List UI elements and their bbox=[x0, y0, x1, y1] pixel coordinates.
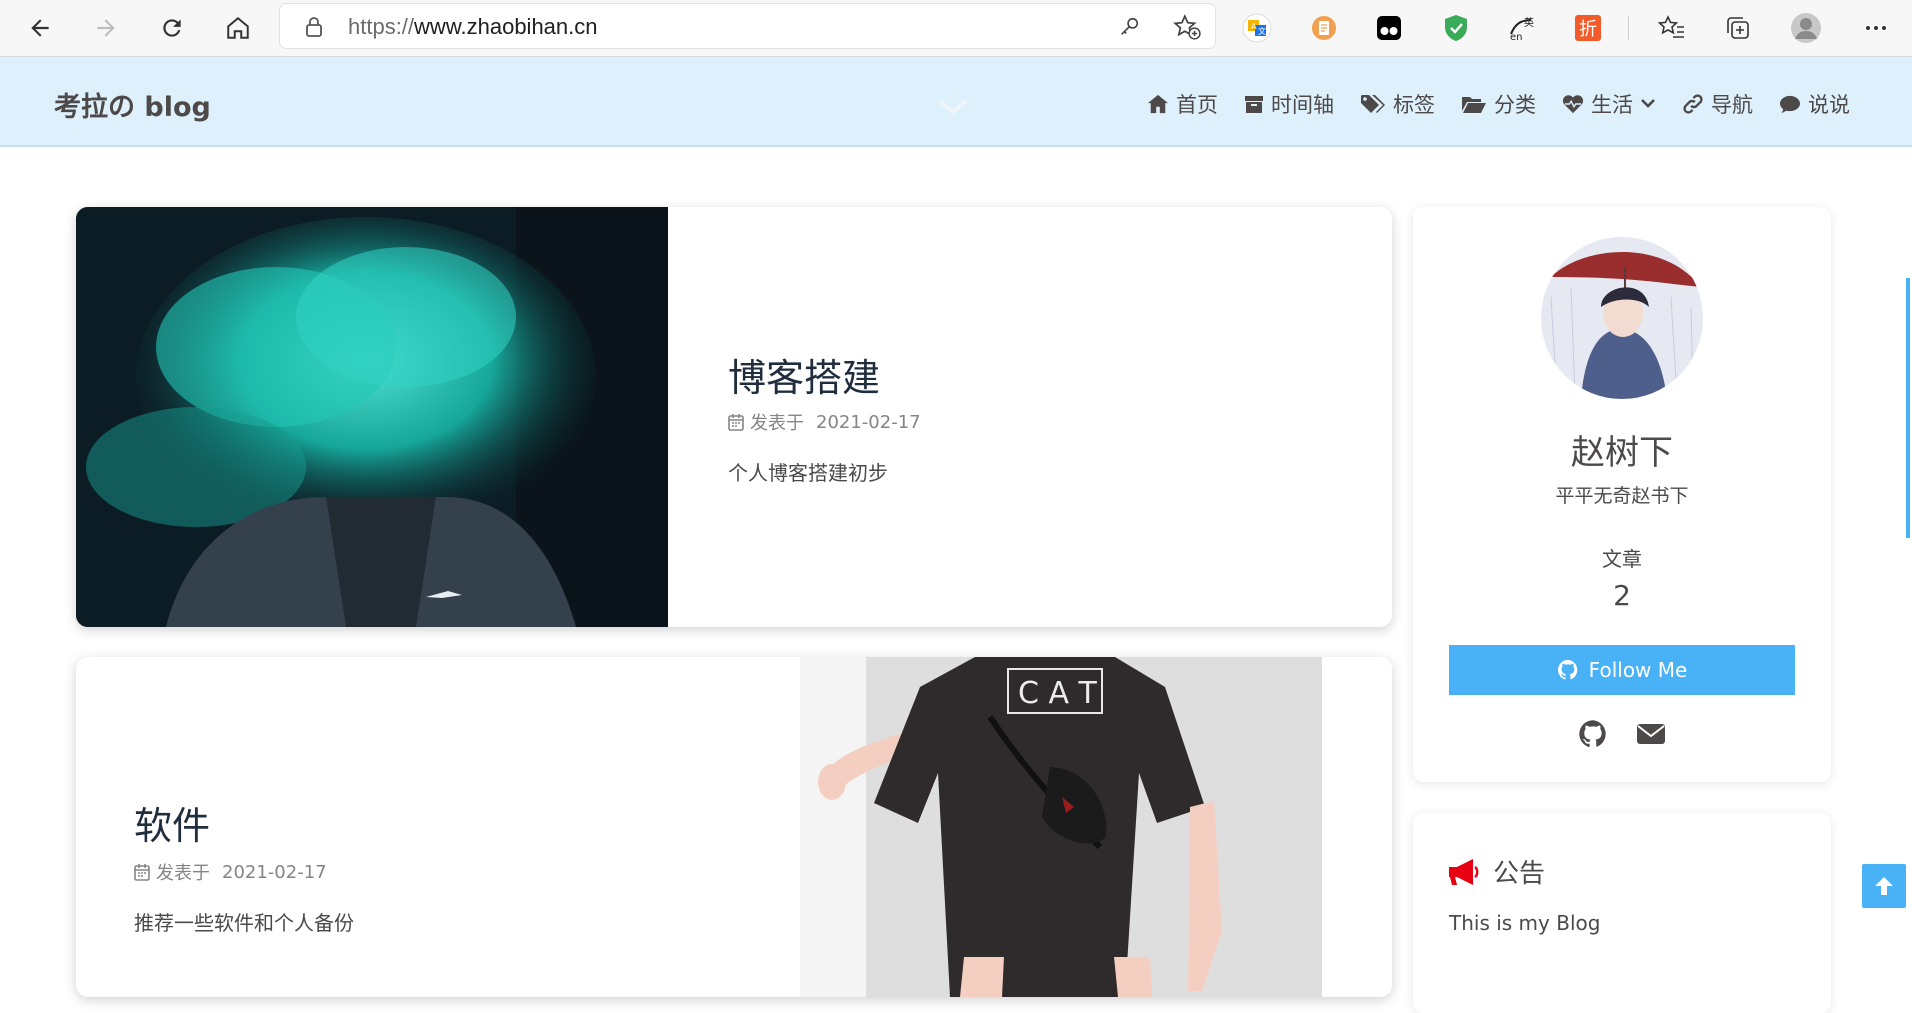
menu-item-life[interactable]: 生活 bbox=[1562, 89, 1656, 119]
menu-item-tags[interactable]: 标签 bbox=[1360, 89, 1435, 119]
scroll-down-icon[interactable] bbox=[938, 99, 968, 119]
menu-item-label: 首页 bbox=[1176, 93, 1218, 117]
tampermonkey-icon[interactable] bbox=[1373, 12, 1405, 44]
post-meta: 发表于 2021-02-17 bbox=[728, 409, 921, 435]
post-excerpt: 个人博客搭建初步 bbox=[728, 461, 888, 485]
home-icon bbox=[1148, 94, 1168, 114]
calendar-icon bbox=[134, 864, 150, 881]
svg-text:英: 英 bbox=[1524, 16, 1534, 29]
main-menu: 首页 时间轴 标签 分类 生活 导航 说说 bbox=[1147, 89, 1850, 119]
envelope-icon bbox=[1637, 724, 1665, 744]
author-motto: 平平无奇赵书下 bbox=[1555, 485, 1689, 507]
article-count-value[interactable]: 2 bbox=[1413, 579, 1831, 612]
link-icon bbox=[1683, 94, 1703, 114]
menu-item-timeline[interactable]: 时间轴 bbox=[1244, 89, 1334, 119]
more-button[interactable] bbox=[1860, 12, 1892, 44]
folder-icon bbox=[1462, 97, 1486, 113]
svg-text:文: 文 bbox=[1258, 26, 1266, 36]
profile-card: 赵树下 平平无奇赵书下 文章 2 Follow Me bbox=[1413, 207, 1831, 782]
menu-item-label: 生活 bbox=[1591, 93, 1633, 117]
arrow-up-icon bbox=[1875, 877, 1893, 895]
key-icon[interactable] bbox=[1118, 16, 1140, 38]
tags-icon bbox=[1361, 95, 1385, 113]
svg-text:C A T: C A T bbox=[1018, 676, 1098, 711]
post-cover-image[interactable]: C A T bbox=[800, 657, 1392, 997]
collections-button[interactable] bbox=[1722, 12, 1754, 44]
announcement-text: This is my Blog bbox=[1449, 911, 1601, 935]
post-date: 2021-02-17 bbox=[816, 411, 921, 433]
refresh-button[interactable] bbox=[154, 10, 190, 46]
url-text: https://www.zhaobihan.cn bbox=[348, 14, 598, 39]
forward-button[interactable] bbox=[88, 10, 124, 46]
email-link[interactable] bbox=[1636, 721, 1666, 751]
shield-icon[interactable] bbox=[1440, 12, 1472, 44]
post-title[interactable]: 博客搭建 bbox=[728, 347, 880, 402]
browser-toolbar: https://www.zhaobihan.cn A文 en 英 折 bbox=[0, 0, 1912, 57]
announcement-title: 公告 bbox=[1493, 859, 1546, 889]
menu-item-home[interactable]: 首页 bbox=[1147, 89, 1218, 119]
menu-item-label: 标签 bbox=[1393, 93, 1435, 117]
github-icon bbox=[1557, 659, 1577, 680]
post-card[interactable]: 软件 发表于 2021-02-17 推荐一些软件和个人备份 C A T bbox=[76, 657, 1392, 997]
follow-me-button[interactable]: Follow Me bbox=[1449, 645, 1795, 695]
post-excerpt: 推荐一些软件和个人备份 bbox=[134, 911, 354, 935]
home-button[interactable] bbox=[220, 10, 256, 46]
post-card[interactable]: 博客搭建 发表于 2021-02-17 个人博客搭建初步 bbox=[76, 207, 1392, 627]
site-title[interactable]: 考拉の blog bbox=[54, 85, 211, 124]
github-icon bbox=[1579, 720, 1606, 748]
post-cover-image[interactable] bbox=[76, 207, 668, 627]
translate-icon[interactable]: A文 bbox=[1241, 12, 1273, 44]
author-name: 赵树下 bbox=[1571, 433, 1673, 473]
menu-item-label: 时间轴 bbox=[1271, 93, 1334, 117]
post-meta-label: 发表于 bbox=[750, 413, 804, 434]
document-icon[interactable] bbox=[1308, 12, 1340, 44]
follow-me-label: Follow Me bbox=[1588, 658, 1688, 682]
add-favorite-icon[interactable] bbox=[1173, 14, 1201, 40]
site-header: 考拉の blog 首页 时间轴 标签 分类 生活 导航 说说 bbox=[0, 57, 1912, 147]
github-link[interactable] bbox=[1578, 719, 1608, 753]
menu-item-label: 分类 bbox=[1494, 93, 1536, 117]
comment-icon bbox=[1780, 95, 1800, 114]
lock-icon bbox=[306, 17, 322, 37]
toolbar-divider bbox=[1628, 16, 1629, 40]
avatar-icon bbox=[1791, 13, 1821, 43]
dictionary-icon[interactable]: en 英 bbox=[1506, 12, 1538, 44]
bullhorn-icon bbox=[1449, 858, 1479, 885]
heart-icon bbox=[1562, 95, 1584, 114]
menu-item-talk[interactable]: 说说 bbox=[1779, 89, 1850, 119]
post-title[interactable]: 软件 bbox=[134, 795, 210, 850]
discount-icon[interactable]: 折 bbox=[1572, 12, 1604, 44]
post-meta: 发表于 2021-02-17 bbox=[134, 859, 327, 885]
post-date: 2021-02-17 bbox=[222, 861, 327, 883]
favorites-button[interactable] bbox=[1656, 12, 1688, 44]
address-bar[interactable]: https://www.zhaobihan.cn bbox=[280, 4, 1215, 48]
post-meta-label: 发表于 bbox=[156, 863, 210, 884]
profile-button[interactable] bbox=[1790, 12, 1822, 44]
svg-text:en: en bbox=[1510, 32, 1523, 42]
home-outline-icon bbox=[227, 16, 249, 39]
svg-text:A: A bbox=[1251, 22, 1257, 31]
arrow-right-icon bbox=[97, 19, 115, 37]
favorites-icon bbox=[1658, 15, 1684, 38]
chevron-down-icon bbox=[1641, 99, 1655, 108]
menu-item-label: 导航 bbox=[1711, 93, 1753, 117]
back-button[interactable] bbox=[22, 10, 58, 46]
calendar-icon bbox=[728, 414, 744, 431]
avatar[interactable] bbox=[1541, 237, 1703, 399]
article-count-label[interactable]: 文章 bbox=[1413, 543, 1831, 572]
menu-item-label: 说说 bbox=[1808, 93, 1850, 117]
back-to-top-button[interactable] bbox=[1862, 864, 1906, 908]
ellipsis-icon bbox=[1866, 26, 1886, 30]
announcement-card: 公告 This is my Blog bbox=[1413, 813, 1831, 1013]
archive-icon bbox=[1245, 96, 1263, 113]
collections-icon bbox=[1727, 17, 1749, 39]
menu-item-nav[interactable]: 导航 bbox=[1682, 89, 1753, 119]
menu-item-categories[interactable]: 分类 bbox=[1461, 89, 1536, 119]
discount-badge: 折 bbox=[1575, 15, 1601, 41]
announcement-header: 公告 bbox=[1447, 853, 1545, 890]
arrow-left-icon bbox=[31, 19, 49, 37]
scrollbar-thumb[interactable] bbox=[1906, 278, 1910, 538]
refresh-icon bbox=[163, 19, 181, 37]
